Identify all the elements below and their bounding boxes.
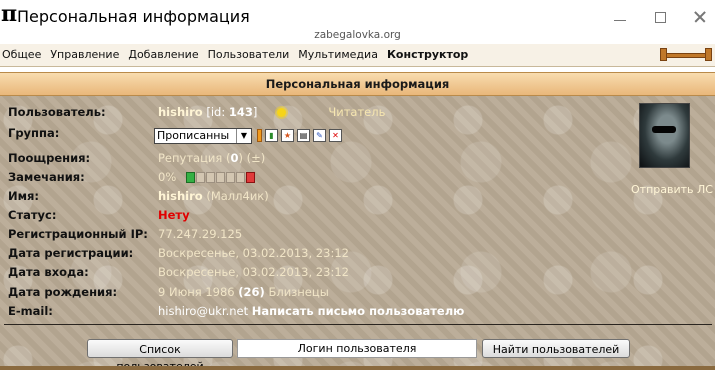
status-value: Нету xyxy=(158,208,190,222)
avatar xyxy=(639,103,690,168)
email-label: E-mail: xyxy=(8,304,53,318)
send-email-link[interactable]: Написать письмо пользователю xyxy=(252,304,465,318)
star-icon[interactable]: ★ xyxy=(281,129,294,142)
chevron-down-icon[interactable]: ▼ xyxy=(236,129,251,143)
bottom-border xyxy=(0,366,715,370)
window-controls xyxy=(613,10,707,24)
minus-icon[interactable] xyxy=(186,172,196,183)
find-users-button[interactable]: Найти пользователей xyxy=(482,339,630,358)
birth-age: (26) xyxy=(238,285,265,299)
login-date-label: Дата входа: xyxy=(8,265,89,279)
user-list-button[interactable]: Список пользователей xyxy=(87,339,233,373)
name-alias: (Малл4ик) xyxy=(206,189,269,203)
email-value: hishiro@ukr.net Написать письмо пользова… xyxy=(158,302,464,321)
minimize-icon[interactable] xyxy=(613,10,627,24)
reputation: Репутация (0) (±) xyxy=(158,149,265,168)
slider-icon[interactable] xyxy=(660,48,712,61)
panel-title: Персональная информация xyxy=(0,72,715,96)
reg-date-value: Воскресенье, 03.02.2013, 23:12 xyxy=(158,246,349,260)
divider xyxy=(4,324,712,325)
birth-sign: Близнецы xyxy=(268,285,329,299)
maximize-icon[interactable] xyxy=(653,10,667,24)
user-id-suffix: ] xyxy=(252,105,258,119)
menubar: Общее Управление Добавление Пользователи… xyxy=(0,44,715,67)
name-label: Имя: xyxy=(8,189,40,203)
login-input[interactable]: Логин пользователя xyxy=(237,339,477,358)
user-id: 143 xyxy=(228,105,253,119)
status-label: Статус: xyxy=(8,208,57,222)
birth-date: 9 Июня 1986 xyxy=(158,285,235,299)
chart-icon[interactable]: ▮ xyxy=(265,129,278,142)
user-id-prefix: [id: xyxy=(206,105,226,119)
birth-label: Дата рождения: xyxy=(8,285,118,299)
email-address[interactable]: hishiro@ukr.net xyxy=(158,304,248,318)
group-actions: ▮ ★ ▤ ✎ ✕ xyxy=(257,129,342,142)
login-date-value: Воскресенье, 03.02.2013, 23:12 xyxy=(158,265,349,279)
menu-item-management[interactable]: Управление xyxy=(50,44,119,66)
warnings-value: 0% xyxy=(158,168,256,187)
close-icon[interactable] xyxy=(693,10,707,24)
send-pm-link[interactable]: Отправить ЛС xyxy=(631,183,713,196)
group-color-icon xyxy=(257,129,262,142)
edit-icon[interactable]: ✎ xyxy=(313,129,326,142)
reg-ip-label: Регистрационный IP: xyxy=(8,227,148,241)
window-title: Персональная информация xyxy=(17,7,250,26)
delete-icon[interactable]: ✕ xyxy=(329,129,342,142)
warnings-bar xyxy=(186,172,256,183)
name-main: hishiro xyxy=(158,189,203,203)
warnings-label: Замечания: xyxy=(8,170,85,184)
menu-item-multimedia[interactable]: Мультимедиа xyxy=(298,44,378,66)
username-link[interactable]: hishiro xyxy=(158,105,203,119)
menu-item-constructor[interactable]: Конструктор xyxy=(387,44,468,66)
menu: Общее Управление Добавление Пользователи… xyxy=(2,44,468,66)
menu-item-users[interactable]: Пользователи xyxy=(208,44,290,66)
menu-item-general[interactable]: Общее xyxy=(2,44,41,66)
group-label: Группа: xyxy=(8,126,60,140)
reg-ip-value: 77.247.29.125 xyxy=(158,227,243,241)
note-icon[interactable]: ▤ xyxy=(297,129,310,142)
birth-value: 9 Июня 1986 (26) Близнецы xyxy=(158,283,329,302)
user-role: Читатель xyxy=(328,105,386,119)
reputation-text[interactable]: Репутация ( xyxy=(158,151,230,165)
user-value: hishiro [id: 143] Читатель xyxy=(158,103,385,122)
group-select[interactable]: Прописанны ▼ xyxy=(154,128,252,144)
reputation-change[interactable]: ) (±) xyxy=(238,151,265,165)
user-label: Пользователь: xyxy=(8,105,106,119)
menu-item-add[interactable]: Добавление xyxy=(128,44,198,66)
warnings-percent: 0% xyxy=(158,170,177,184)
rewards-label: Поощрения: xyxy=(8,151,91,165)
reg-date-label: Дата регистрации: xyxy=(8,246,134,260)
plus-icon[interactable] xyxy=(246,172,256,183)
name-value: hishiro (Малл4ик) xyxy=(158,187,269,206)
group-select-value: Прописанны xyxy=(157,129,230,142)
sun-icon xyxy=(277,108,287,117)
site-url: zabegalovka.org xyxy=(314,29,401,41)
pi-icon: π xyxy=(1,1,18,27)
